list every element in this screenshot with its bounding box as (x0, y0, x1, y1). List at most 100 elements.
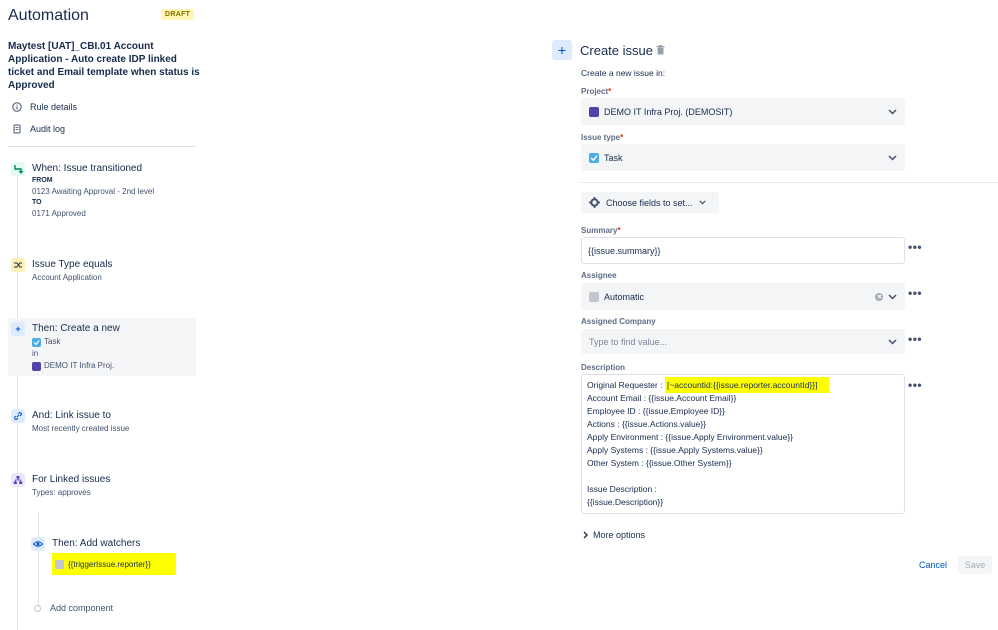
nav-rule-details[interactable]: Rule details (12, 102, 77, 112)
gear-icon (589, 197, 600, 208)
section-divider (580, 182, 998, 183)
create-issue-title: Create issue (580, 43, 653, 58)
watchers-value-text: {{triggerIssue.reporter}} (68, 559, 151, 569)
rule-name: Maytest [UAT]_CBI.01 Account Application… (8, 41, 200, 91)
trigger-to-label: TO (32, 199, 42, 206)
action-create-project: DEMO IT Infra Proj. (44, 361, 115, 370)
company-placeholder: Type to find value... (589, 336, 668, 347)
chevron-down-icon (888, 293, 897, 300)
action-create-in: in (32, 349, 39, 358)
nav-audit-log[interactable]: Audit log (12, 124, 65, 134)
transition-icon (11, 162, 25, 176)
watchers-component[interactable]: Then: Add watchers (31, 537, 140, 551)
assignee-select[interactable]: Automatic (581, 283, 905, 310)
branch-sub: Types: approves (32, 488, 91, 497)
assignee-label: Assignee (581, 271, 617, 280)
project-avatar-icon (589, 106, 599, 117)
description-textarea[interactable]: Original Requester : [~accountid:{{issue… (581, 374, 905, 514)
project-select[interactable]: DEMO IT Infra Proj. (DEMOSIT) (581, 98, 905, 125)
shuffle-icon (11, 258, 25, 272)
branch-connector-line (38, 512, 39, 612)
trigger-to-value: 0171 Approved (32, 209, 86, 218)
description-requester-line: Original Requester : [~accountid:{{issue… (587, 377, 899, 393)
project-label: Project* (581, 87, 612, 96)
company-label: Assigned Company (581, 317, 656, 326)
watchers-title: Then: Add watchers (52, 538, 141, 549)
create-issue-plus-icon: + (552, 40, 572, 60)
description-label: Description (581, 363, 626, 372)
add-component-label: Add component (50, 603, 114, 613)
company-more-icon[interactable]: ••• (908, 332, 922, 346)
branch-title: For Linked issues (32, 474, 111, 485)
description-line: Other System : {{issue.Other System}} (587, 458, 732, 468)
more-options-toggle[interactable]: More options (583, 530, 645, 540)
branch-component[interactable]: For Linked issues Types: approves (11, 473, 110, 499)
action-create-component[interactable]: + Then: Create a new Task in DEMO IT Inf… (11, 322, 120, 372)
add-dot-icon (34, 604, 41, 612)
description-line: {{issue.Description}} (587, 497, 664, 507)
user-avatar-icon (55, 559, 64, 569)
chevron-down-icon (888, 154, 897, 161)
cancel-button[interactable]: Cancel (914, 556, 952, 574)
chevron-right-icon (583, 531, 588, 539)
action-link-title: And: Link issue to (32, 410, 111, 421)
watchers-value: {{triggerIssue.reporter}} (52, 553, 176, 575)
chevron-down-icon (888, 108, 897, 115)
nav-rule-details-label: Rule details (30, 102, 78, 112)
draft-badge: DRAFT (161, 9, 195, 20)
action-create-title: Then: Create a new (32, 323, 120, 334)
nav-audit-log-label: Audit log (30, 124, 66, 134)
trigger-title: When: Issue transitioned (32, 163, 143, 174)
issue-type-label: Issue type* (581, 133, 624, 142)
summary-input[interactable]: {{issue.summary}} (581, 237, 905, 264)
divider (8, 146, 196, 147)
choose-fields-label: Choose fields to set... (606, 197, 693, 208)
description-line: Account Email : {{issue.Account Email}} (587, 393, 737, 403)
trigger-component[interactable]: When: Issue transitioned FROM 0123 Await… (11, 162, 154, 220)
save-button[interactable]: Save (958, 556, 992, 574)
document-icon (12, 124, 22, 134)
branch-icon (11, 473, 25, 487)
add-component-button[interactable]: Add component (34, 603, 113, 613)
trigger-from-label: FROM (32, 177, 53, 184)
description-line: Actions : {{issue.Actions.value}} (587, 419, 707, 429)
description-line (587, 470, 899, 483)
description-line: Apply Environment : {{issue.Apply Enviro… (587, 432, 794, 442)
chevron-down-icon (698, 200, 706, 205)
task-icon (32, 337, 41, 347)
page-title: Automation (8, 7, 89, 24)
more-options-label: More options (593, 530, 646, 540)
assignee-more-icon[interactable]: ••• (908, 286, 922, 300)
summary-more-icon[interactable]: ••• (908, 240, 922, 254)
rule-connector-line (17, 172, 18, 630)
info-icon (12, 102, 22, 112)
clear-icon[interactable] (875, 292, 883, 301)
trash-icon[interactable] (656, 45, 665, 55)
company-select[interactable]: Type to find value... (581, 329, 905, 354)
description-more-icon[interactable]: ••• (908, 378, 922, 392)
assignee-value: Automatic (604, 291, 645, 302)
eye-icon (31, 537, 45, 551)
project-select-value: DEMO IT Infra Proj. (DEMOSIT) (604, 106, 733, 117)
description-requester-value: [~accountid:{{issue.reporter.accountId}}… (664, 377, 830, 393)
condition-title: Issue Type equals (32, 259, 113, 270)
summary-label: Summary* (581, 226, 621, 235)
link-icon (11, 409, 25, 423)
action-create-type: Task (44, 337, 61, 346)
trigger-from-value: 0123 Awaiting Approval - 2nd level (32, 187, 155, 196)
create-in-label: Create a new issue in: (581, 68, 666, 78)
project-icon (32, 361, 41, 371)
user-avatar-icon (589, 291, 599, 302)
action-link-sub: Most recently created issue (32, 424, 130, 433)
task-icon (589, 152, 599, 163)
condition-sub: Account Application (32, 273, 102, 282)
choose-fields-button[interactable]: Choose fields to set... (581, 192, 719, 213)
condition-component[interactable]: Issue Type equals Account Application (11, 258, 112, 284)
description-line: Employee ID : {{issue.Employee ID}} (587, 406, 725, 416)
chevron-down-icon (888, 338, 897, 345)
issue-type-select[interactable]: Task (581, 144, 905, 171)
plus-icon: + (11, 322, 25, 336)
description-line: Issue Description : (587, 484, 657, 494)
issue-type-value: Task (604, 152, 623, 163)
action-link-component[interactable]: And: Link issue to Most recently created… (11, 409, 129, 435)
